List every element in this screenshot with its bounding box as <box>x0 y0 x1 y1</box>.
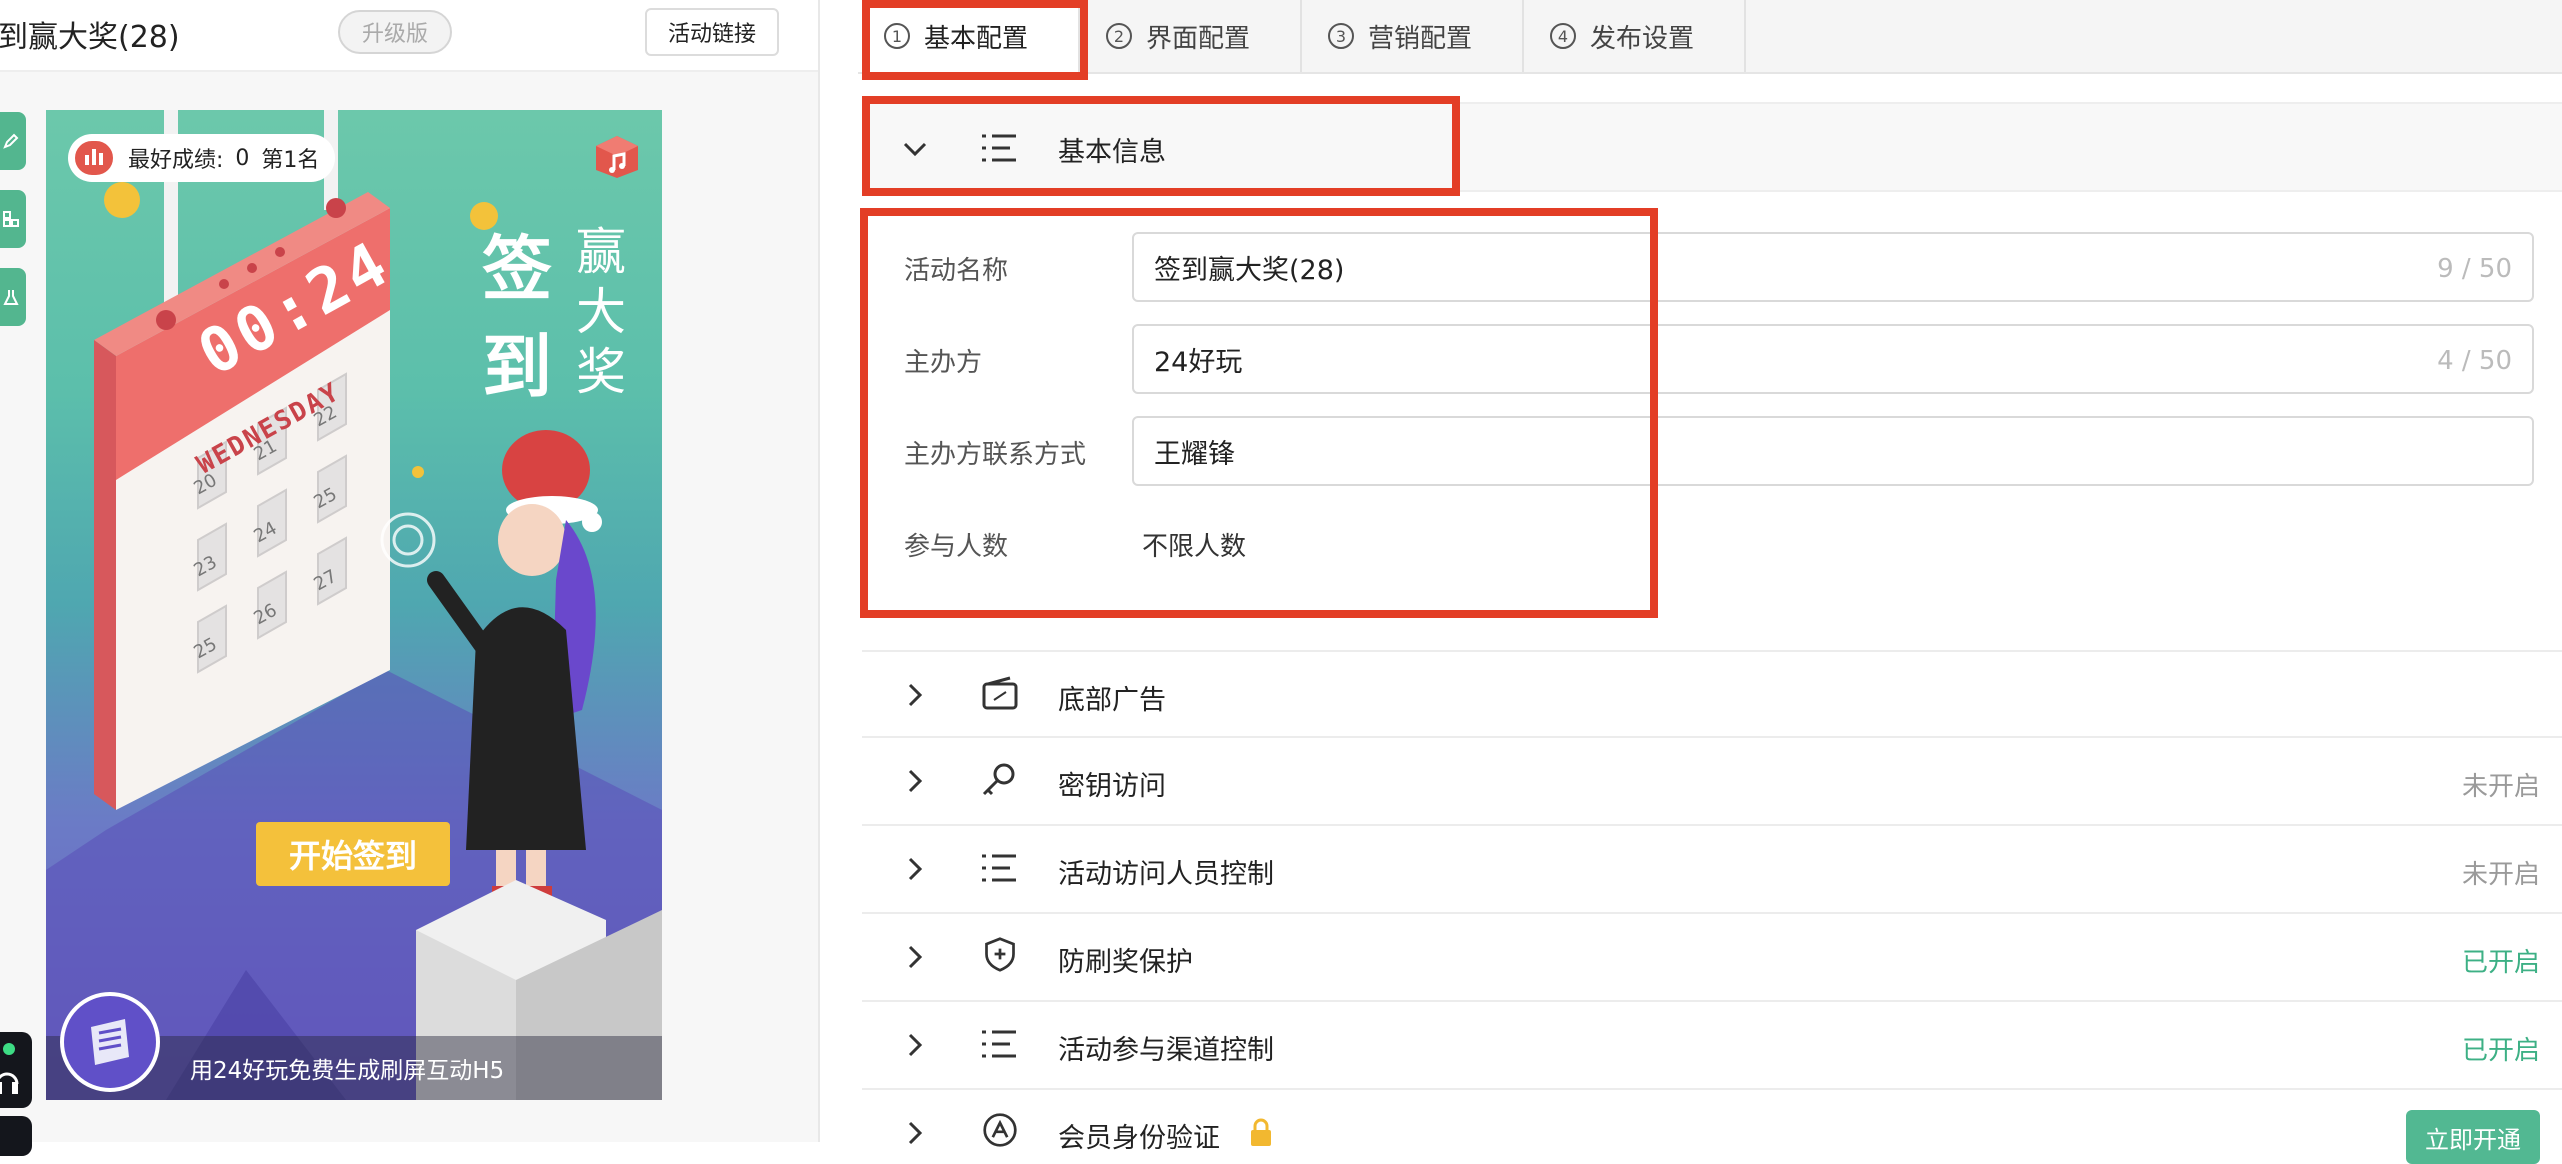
tab-number: 1 <box>884 23 910 49</box>
section-label: 底部广告 <box>1058 685 1166 716</box>
section-label: 防刷奖保护 <box>1058 947 1193 978</box>
preview-title-sub: 赢大奖 <box>576 223 626 401</box>
chevron-right-icon <box>908 945 923 969</box>
section-status: 未开启 <box>2461 860 2540 890</box>
footer-text: 用24好玩免费生成刷屏互动H5 <box>190 1058 505 1084</box>
audio-tool-button[interactable] <box>0 1032 32 1108</box>
activity-name-input[interactable]: 签到赢大奖(28) 9 / 50 <box>1132 232 2534 302</box>
section-status: 已开启 <box>2461 1036 2540 1066</box>
tab-publish-settings[interactable]: 4 发布设置 <box>1524 0 1746 72</box>
tab-basic-config[interactable]: 1 基本配置 <box>858 0 1080 72</box>
lock-icon <box>1251 1118 1271 1146</box>
start-checkin-button[interactable]: 开始签到 <box>256 822 450 886</box>
chevron-right-icon <box>908 1033 923 1057</box>
section-label: 活动访问人员控制 <box>1058 859 1274 890</box>
section-bottom-ad[interactable]: 底部广告 <box>862 650 2562 738</box>
section-visitor-control[interactable]: 活动访问人员控制 未开启 <box>862 826 2562 914</box>
chevron-down-icon <box>903 142 927 157</box>
extra-tool-button[interactable] <box>0 1116 32 1156</box>
list-icon <box>982 1030 1016 1058</box>
qrcode-icon <box>3 211 19 227</box>
section-anti-fraud[interactable]: 防刷奖保护 已开启 <box>862 914 2562 1002</box>
char-counter: 4 / 50 <box>2437 346 2512 376</box>
char-counter: 9 / 50 <box>2437 254 2512 284</box>
contact-value: 王耀锋 <box>1154 438 1235 470</box>
contact-label: 主办方联系方式 <box>904 440 1087 470</box>
editor-header: 到赢大奖(28) 升级版 活动链接 <box>0 0 818 72</box>
tab-label: 界面配置 <box>1146 23 1251 54</box>
tab-number: 3 <box>1328 23 1354 49</box>
card-icon <box>982 676 1018 710</box>
key-icon <box>982 763 1015 796</box>
preview-title-main: 签到 <box>482 228 552 408</box>
tab-number: 4 <box>1550 23 1576 49</box>
flask-icon <box>3 290 19 305</box>
brand-logo-icon <box>60 992 160 1092</box>
section-channel-control[interactable]: 活动参与渠道控制 已开启 <box>862 1002 2562 1090</box>
activity-name-value: 签到赢大奖(28) <box>1154 254 1345 286</box>
tab-interface-config[interactable]: 2 界面配置 <box>1080 0 1302 72</box>
tab-marketing-config[interactable]: 3 营销配置 <box>1302 0 1524 72</box>
section-label: 会员身份验证 <box>1058 1123 1220 1154</box>
activity-title: 到赢大奖(28) <box>0 20 180 55</box>
best-score-value: 0 <box>235 145 250 171</box>
section-label: 密钥访问 <box>1058 771 1166 802</box>
test-tool-button[interactable] <box>0 268 26 326</box>
section-label: 活动参与渠道控制 <box>1058 1035 1274 1066</box>
activity-preview: 最好成绩: 0 第1名 00:24 WEDNESDAY 20 21 22 23 … <box>46 110 662 1100</box>
shield-icon <box>985 937 1015 972</box>
section-member-verification[interactable]: 会员身份验证 立即开通 <box>862 1090 2562 1164</box>
chevron-right-icon <box>908 769 923 793</box>
music-cube-icon[interactable] <box>594 134 640 180</box>
basic-info-title: 基本信息 <box>1058 137 1166 168</box>
tab-label: 发布设置 <box>1590 23 1695 54</box>
config-tabs: 1 基本配置 2 界面配置 3 营销配置 4 发布设置 <box>858 0 2562 74</box>
organizer-input[interactable]: 24好玩 4 / 50 <box>1132 324 2534 394</box>
app-store-icon <box>983 1113 1017 1147</box>
tab-label: 基本配置 <box>924 23 1029 54</box>
online-dot-icon <box>3 1043 15 1055</box>
best-score-badge: 最好成绩: 0 第1名 <box>68 134 336 182</box>
edit-tool-button[interactable] <box>0 112 26 170</box>
chart-bars-icon <box>72 138 116 178</box>
section-key-access[interactable]: 密钥访问 未开启 <box>862 738 2562 826</box>
best-score-label: 最好成绩: <box>128 148 224 173</box>
upgrade-button[interactable]: 升级版 <box>338 10 452 54</box>
chevron-right-icon <box>908 683 923 707</box>
organizer-value: 24好玩 <box>1154 346 1243 378</box>
qrcode-tool-button[interactable] <box>0 190 26 248</box>
section-status: 未开启 <box>2461 772 2540 802</box>
activate-now-button[interactable]: 立即开通 <box>2406 1110 2540 1164</box>
activity-link-button[interactable]: 活动链接 <box>645 8 779 56</box>
contact-input[interactable]: 王耀锋 <box>1132 416 2534 486</box>
chevron-right-icon <box>908 1121 923 1145</box>
activity-name-label: 活动名称 <box>904 256 1009 286</box>
list-icon <box>982 854 1016 882</box>
organizer-label: 主办方 <box>904 348 983 378</box>
preview-panel: 到赢大奖(28) 升级版 活动链接 最好成绩: 0 第1名 00:24 WEDN… <box>0 0 820 1156</box>
tab-number: 2 <box>1106 23 1132 49</box>
participants-value[interactable]: 不限人数 <box>1142 526 1246 563</box>
pencil-icon <box>3 133 19 149</box>
basic-info-header[interactable]: 基本信息 <box>862 102 2562 192</box>
section-status: 已开启 <box>2461 948 2540 978</box>
rank-label: 第1名 <box>261 148 320 173</box>
chevron-right-icon <box>908 857 923 881</box>
headphones-icon <box>0 1072 19 1094</box>
list-icon <box>982 134 1016 162</box>
participants-label: 参与人数 <box>904 532 1009 562</box>
tab-label: 营销配置 <box>1368 23 1473 54</box>
